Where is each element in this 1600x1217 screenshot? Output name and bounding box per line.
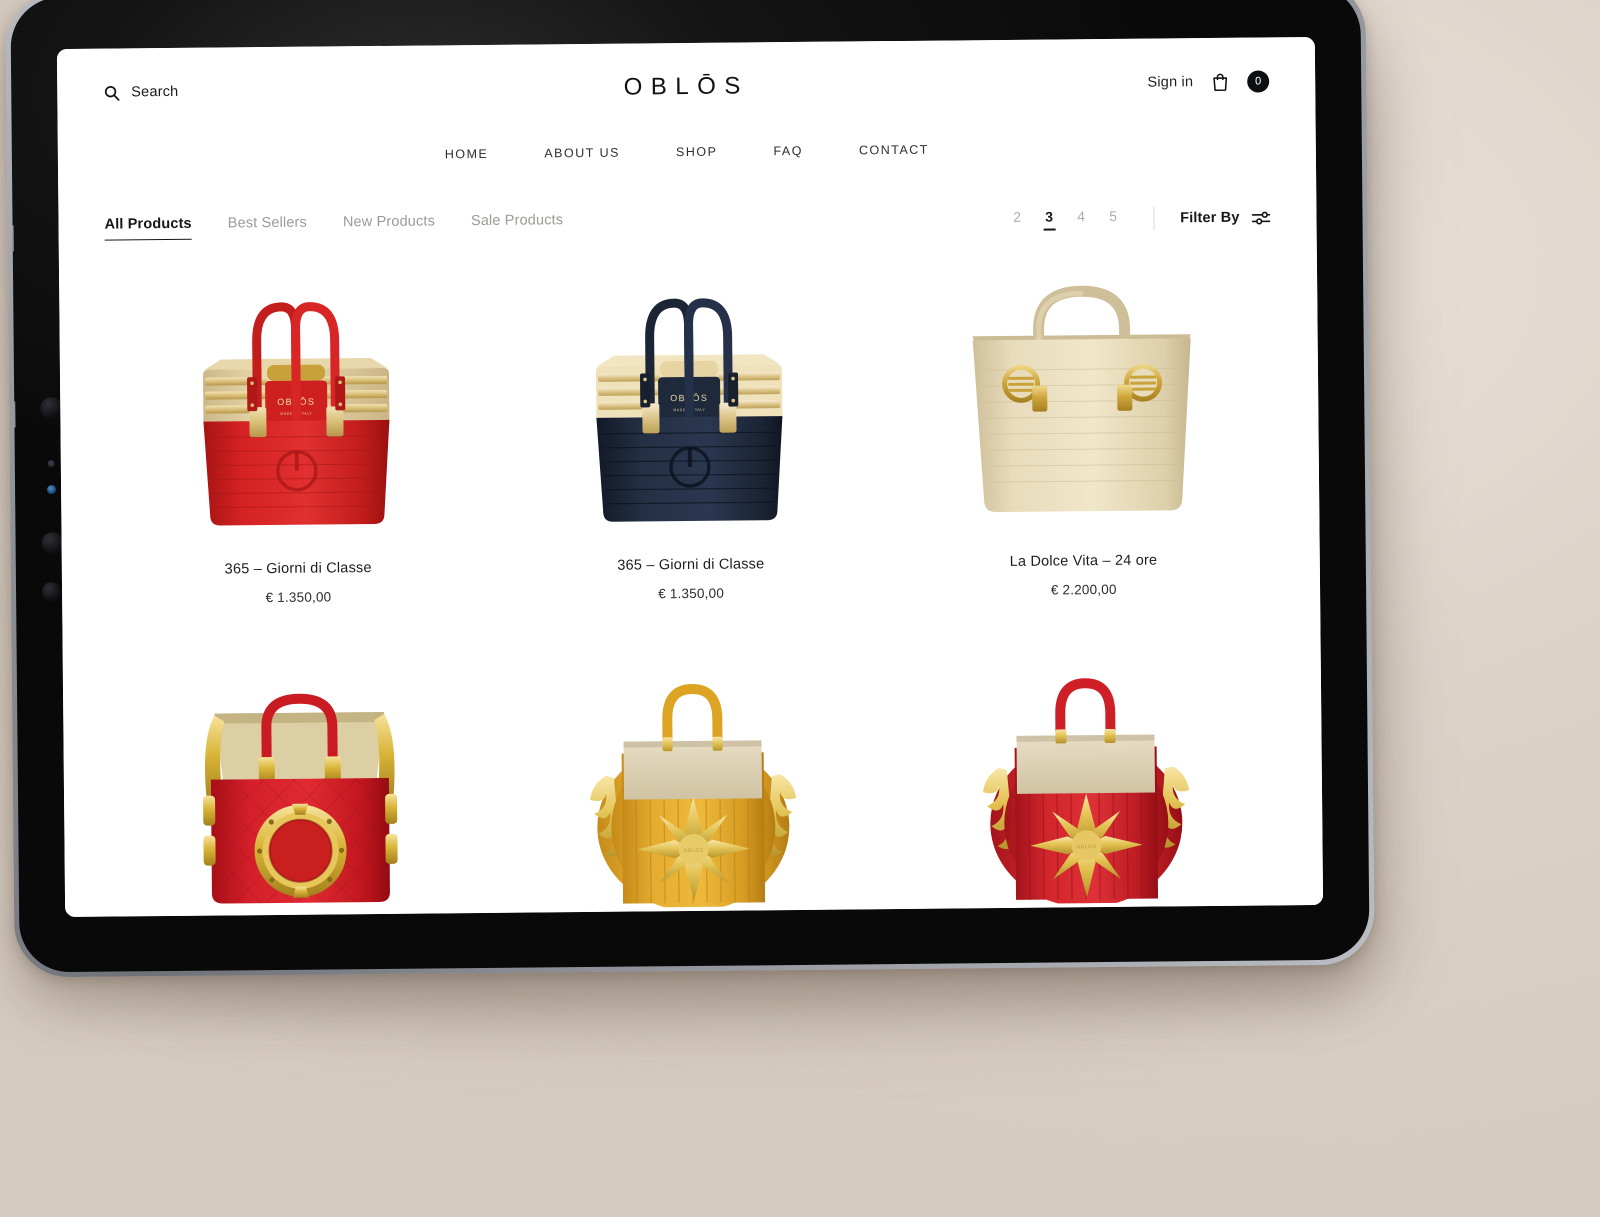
product-price: € 1.350,00 xyxy=(658,585,725,602)
product-card[interactable] xyxy=(103,669,498,917)
svg-text:OBLŌS: OBLŌS xyxy=(1076,843,1096,850)
pagination: 2 3 4 5 Filter By xyxy=(1001,205,1271,232)
site-header: Search OBLŌS Sign in 0 xyxy=(57,37,1316,137)
sliders-icon xyxy=(1251,210,1271,225)
product-card[interactable]: OBLŌS MADE IN ITALY 365 – Giorni di Clas… xyxy=(492,263,888,603)
yellow-star-bag-image: OBLŌS xyxy=(495,665,890,917)
front-camera-icon xyxy=(40,397,63,420)
nav-item-contact[interactable]: CONTACT xyxy=(859,143,929,158)
header-actions: Sign in 0 xyxy=(1147,70,1270,93)
red-quilted-porthole-bag-image xyxy=(103,669,498,917)
shopping-bag-icon[interactable] xyxy=(1211,72,1229,92)
red-tote-bag-image: OBLŌS MADE IN ITALY xyxy=(99,267,494,533)
filter-by-label: Filter By xyxy=(1180,209,1240,227)
indicator-light-icon xyxy=(47,485,57,495)
brand-logo[interactable]: OBLŌS xyxy=(624,72,749,101)
cream-tote-bag-image xyxy=(884,259,1279,525)
ambient-sensor-icon xyxy=(47,460,55,468)
product-title: 365 – Giorni di Classe xyxy=(617,556,765,574)
product-price: € 2.200,00 xyxy=(1050,581,1117,598)
tab-all-products[interactable]: All Products xyxy=(104,215,192,241)
product-grid-row-1: OBLŌS MADE IN ITALY 365 – Giorni di Clas… xyxy=(59,229,1320,607)
sign-in-link[interactable]: Sign in xyxy=(1147,74,1193,90)
search-button[interactable]: Search xyxy=(103,83,178,101)
secondary-camera-icon xyxy=(41,532,64,555)
category-tabs: All Products Best Sellers New Products S… xyxy=(104,212,563,241)
tablet-device: Search OBLŌS Sign in 0 HOME ABOUT US SHO… xyxy=(5,0,1375,978)
tab-new-products[interactable]: New Products xyxy=(343,213,435,237)
nav-item-home[interactable]: HOME xyxy=(445,147,489,161)
tab-best-sellers[interactable]: Best Sellers xyxy=(228,215,307,239)
product-grid-row-2: OBLŌS OBLŌS xyxy=(63,631,1324,917)
page-number-2[interactable]: 2 xyxy=(1001,209,1033,231)
cart-count-badge[interactable]: 0 xyxy=(1247,70,1270,93)
filter-by-button[interactable]: Filter By xyxy=(1180,209,1271,226)
scene: Search OBLŌS Sign in 0 HOME ABOUT US SHO… xyxy=(0,0,1600,1217)
product-card[interactable]: La Dolce Vita – 24 ore € 2.200,00 xyxy=(884,259,1280,599)
page-number-3[interactable]: 3 xyxy=(1033,208,1065,230)
left-edge-button-2[interactable] xyxy=(10,401,16,428)
tablet-screen: Search OBLŌS Sign in 0 HOME ABOUT US SHO… xyxy=(56,36,1324,918)
navy-tote-bag-image: OBLŌS MADE IN ITALY xyxy=(492,263,887,529)
nav-item-about-us[interactable]: ABOUT US xyxy=(544,146,620,161)
red-star-bag-image: OBLŌS xyxy=(888,661,1283,915)
product-card[interactable]: OBLŌS MADE IN ITALY 365 – Giorni di Clas… xyxy=(99,267,495,607)
product-title: 365 – Giorni di Classe xyxy=(224,560,372,578)
product-price: € 1.350,00 xyxy=(265,589,332,606)
nav-item-shop[interactable]: SHOP xyxy=(676,145,718,159)
filter-bar: All Products Best Sellers New Products S… xyxy=(58,153,1317,241)
tablet-bezel: Search OBLŌS Sign in 0 HOME ABOUT US SHO… xyxy=(10,0,1370,973)
search-label: Search xyxy=(131,83,179,101)
search-icon xyxy=(103,84,120,101)
page-number-4[interactable]: 4 xyxy=(1065,208,1097,230)
tab-sale-products[interactable]: Sale Products xyxy=(471,212,563,236)
nav-item-faq[interactable]: FAQ xyxy=(773,144,803,158)
product-card[interactable]: OBLŌS xyxy=(888,661,1283,915)
page-number-5[interactable]: 5 xyxy=(1097,208,1129,230)
depth-sensor-icon xyxy=(41,582,62,602)
product-card[interactable]: OBLŌS xyxy=(495,665,890,917)
webpage: Search OBLŌS Sign in 0 HOME ABOUT US SHO… xyxy=(56,36,1324,918)
product-title: La Dolce Vita – 24 ore xyxy=(1009,552,1158,570)
pagination-divider xyxy=(1153,206,1155,231)
left-edge-button-1[interactable] xyxy=(10,225,14,252)
svg-text:OBLŌS: OBLŌS xyxy=(683,847,703,854)
